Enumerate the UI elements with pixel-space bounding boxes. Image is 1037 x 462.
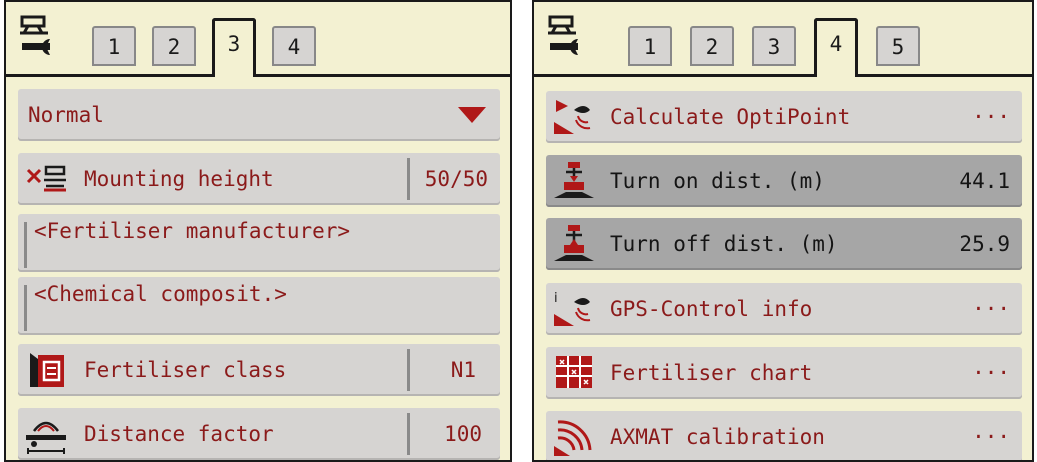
axmat-calibration-icon	[552, 416, 596, 458]
distance-factor-row[interactable]: Distance factor 100	[18, 408, 500, 460]
settings-panel-left: 1 2 3 4 Normal Mounting height 50/50 <Fe…	[4, 0, 512, 462]
fertiliser-bag-icon	[24, 349, 68, 391]
tab-1[interactable]: 1	[628, 26, 672, 66]
turn-off-distance-icon	[552, 223, 596, 265]
tab-4[interactable]: 4	[272, 26, 316, 66]
tab-bar: 1 2 3 4	[6, 2, 510, 77]
gps-info-icon: i	[552, 288, 596, 330]
dropdown-value: Normal	[28, 103, 104, 127]
calculate-optipoint-item[interactable]: Calculate OptiPoint ···	[546, 91, 1022, 143]
settings-panel-right: 1 2 3 4 5 Calculate OptiPoint ··· Turn o…	[532, 0, 1034, 462]
svg-text:i: i	[554, 291, 558, 306]
tab-1[interactable]: 1	[92, 26, 136, 66]
gps-control-info-label: GPS-Control info	[610, 297, 813, 321]
turn-on-distance-item[interactable]: Turn on dist. (m) 44.1	[546, 155, 1022, 207]
fertiliser-chart-item[interactable]: Fertiliser chart ···	[546, 347, 1022, 399]
divider	[407, 158, 410, 200]
fertiliser-chart-icon	[552, 352, 596, 394]
axmat-calibration-more: ···	[972, 425, 1010, 449]
fertiliser-chart-more: ···	[972, 361, 1010, 385]
fertiliser-class-label: Fertiliser class	[84, 358, 287, 382]
divider	[407, 349, 410, 391]
mounting-height-label: Mounting height	[84, 167, 274, 191]
turn-off-distance-label: Turn off dist. (m)	[610, 232, 838, 256]
gps-control-info-item[interactable]: i GPS-Control info ···	[546, 283, 1022, 335]
text-cursor-bar	[24, 285, 27, 331]
turn-off-distance-value: 25.9	[959, 232, 1010, 256]
chemical-composition-field[interactable]: <Chemical composit.>	[18, 277, 500, 335]
manufacturer-placeholder: <Fertiliser manufacturer>	[34, 219, 351, 243]
tab-bar: 1 2 3 4 5	[534, 2, 1032, 77]
turn-on-distance-value: 44.1	[959, 169, 1010, 193]
distance-factor-value: 100	[444, 422, 482, 446]
tab-5[interactable]: 5	[876, 26, 920, 66]
calculate-optipoint-label: Calculate OptiPoint	[610, 105, 851, 129]
fertiliser-manufacturer-field[interactable]: <Fertiliser manufacturer>	[18, 214, 500, 272]
composition-placeholder: <Chemical composit.>	[34, 282, 287, 306]
tractor-wrench-icon	[18, 14, 64, 60]
mounting-height-row[interactable]: Mounting height 50/50	[18, 153, 500, 205]
mounting-height-value: 50/50	[424, 167, 488, 191]
optipoint-icon	[552, 96, 596, 138]
chevron-down-icon	[458, 107, 486, 123]
axmat-calibration-label: AXMAT calibration	[610, 425, 825, 449]
distance-factor-icon	[24, 413, 68, 455]
tab-3[interactable]: 3	[212, 18, 256, 77]
calculate-optipoint-more: ···	[972, 105, 1010, 129]
divider	[407, 413, 410, 455]
tab-3[interactable]: 3	[752, 26, 796, 66]
tab-4[interactable]: 4	[814, 18, 858, 77]
distance-factor-label: Distance factor	[84, 422, 274, 446]
text-cursor-bar	[24, 222, 27, 268]
tab-2[interactable]: 2	[152, 26, 196, 66]
axmat-calibration-item[interactable]: AXMAT calibration ···	[546, 411, 1022, 460]
mounting-height-icon	[24, 158, 68, 200]
gps-control-info-more: ···	[972, 297, 1010, 321]
fertiliser-class-row[interactable]: Fertiliser class N1	[18, 344, 500, 396]
fertiliser-class-value: N1	[450, 358, 476, 382]
tab-2[interactable]: 2	[690, 26, 734, 66]
turn-off-distance-item[interactable]: Turn off dist. (m) 25.9	[546, 218, 1022, 270]
fertiliser-chart-label: Fertiliser chart	[610, 361, 813, 385]
turn-on-distance-label: Turn on dist. (m)	[610, 169, 825, 193]
turn-on-distance-icon	[552, 160, 596, 202]
spread-mode-dropdown[interactable]: Normal	[18, 89, 500, 141]
tractor-wrench-icon	[546, 14, 592, 60]
